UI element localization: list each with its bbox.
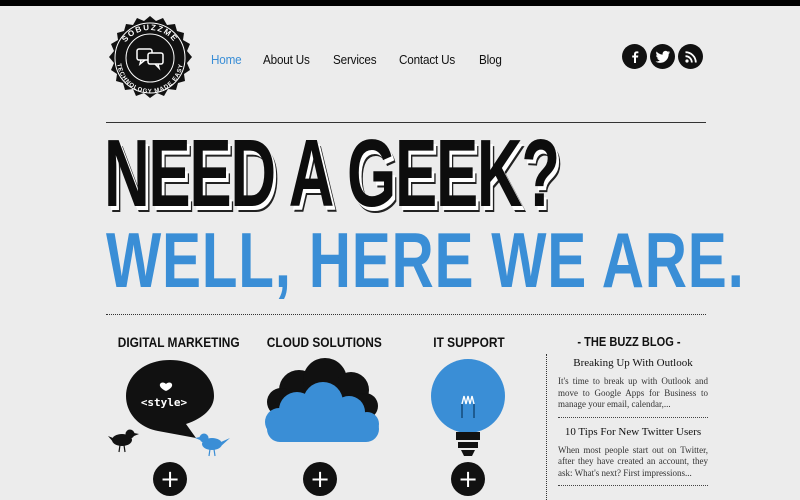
- rss-icon[interactable]: [678, 44, 703, 69]
- feature-cloud-solutions: CLOUD SOLUTIONS +: [257, 334, 387, 496]
- nav-about-us[interactable]: About Us: [263, 52, 310, 67]
- social-links: [622, 44, 703, 69]
- blog-sidebar: - THE BUZZ BLOG - Breaking Up With Outlo…: [546, 334, 708, 500]
- blog-post[interactable]: 10 Tips For New Twitter Users When most …: [558, 426, 708, 480]
- blog-post[interactable]: Breaking Up With Outlook It's time to br…: [558, 357, 708, 411]
- top-bar: [0, 0, 800, 6]
- blog-post-separator: [558, 416, 708, 418]
- nav-services[interactable]: Services: [333, 52, 377, 67]
- blog-title: - THE BUZZ BLOG -: [577, 334, 681, 349]
- cloud-solutions-more-button[interactable]: +: [303, 462, 337, 496]
- blog-post-title[interactable]: Breaking Up With Outlook: [558, 357, 708, 369]
- feature-title: DIGITAL MARKETING: [117, 334, 240, 350]
- hero-divider: [106, 314, 706, 315]
- nav-home[interactable]: Home: [211, 52, 242, 67]
- logo[interactable]: SOBUZZME TECHNOLOGY MADE EASY: [106, 16, 194, 104]
- blog-post-title[interactable]: 10 Tips For New Twitter Users: [558, 426, 708, 438]
- twitter-icon[interactable]: [650, 44, 675, 69]
- facebook-icon[interactable]: [622, 44, 647, 69]
- feature-it-support: IT SUPPORT +: [404, 334, 534, 496]
- main-nav: Home About Us Services Contact Us Blog: [211, 52, 523, 67]
- lightbulb-icon: [404, 356, 534, 465]
- nav-contact-us[interactable]: Contact Us: [399, 52, 455, 67]
- blog-post-excerpt: It's time to break up with Outlook and m…: [558, 376, 708, 409]
- feature-title: CLOUD SOLUTIONS: [266, 334, 382, 350]
- it-support-more-button[interactable]: +: [451, 462, 485, 496]
- speech-bubble-birds-icon: <style>: [108, 356, 238, 465]
- blog-post-separator: [558, 485, 708, 486]
- blog-post-excerpt: When most people start out on Twitter, a…: [558, 444, 708, 478]
- cloud-icon: [257, 356, 387, 461]
- feature-digital-marketing: DIGITAL MARKETING <style> +: [108, 334, 240, 496]
- hero-headline: NEED A GEEK?: [104, 120, 560, 227]
- bubble-text: <style>: [141, 396, 188, 409]
- blog-divider: [546, 354, 547, 500]
- nav-blog[interactable]: Blog: [479, 52, 502, 67]
- feature-title: IT SUPPORT: [433, 334, 505, 350]
- hero-subheadline: WELL, HERE WE ARE.: [106, 216, 745, 304]
- digital-marketing-more-button[interactable]: +: [153, 462, 187, 496]
